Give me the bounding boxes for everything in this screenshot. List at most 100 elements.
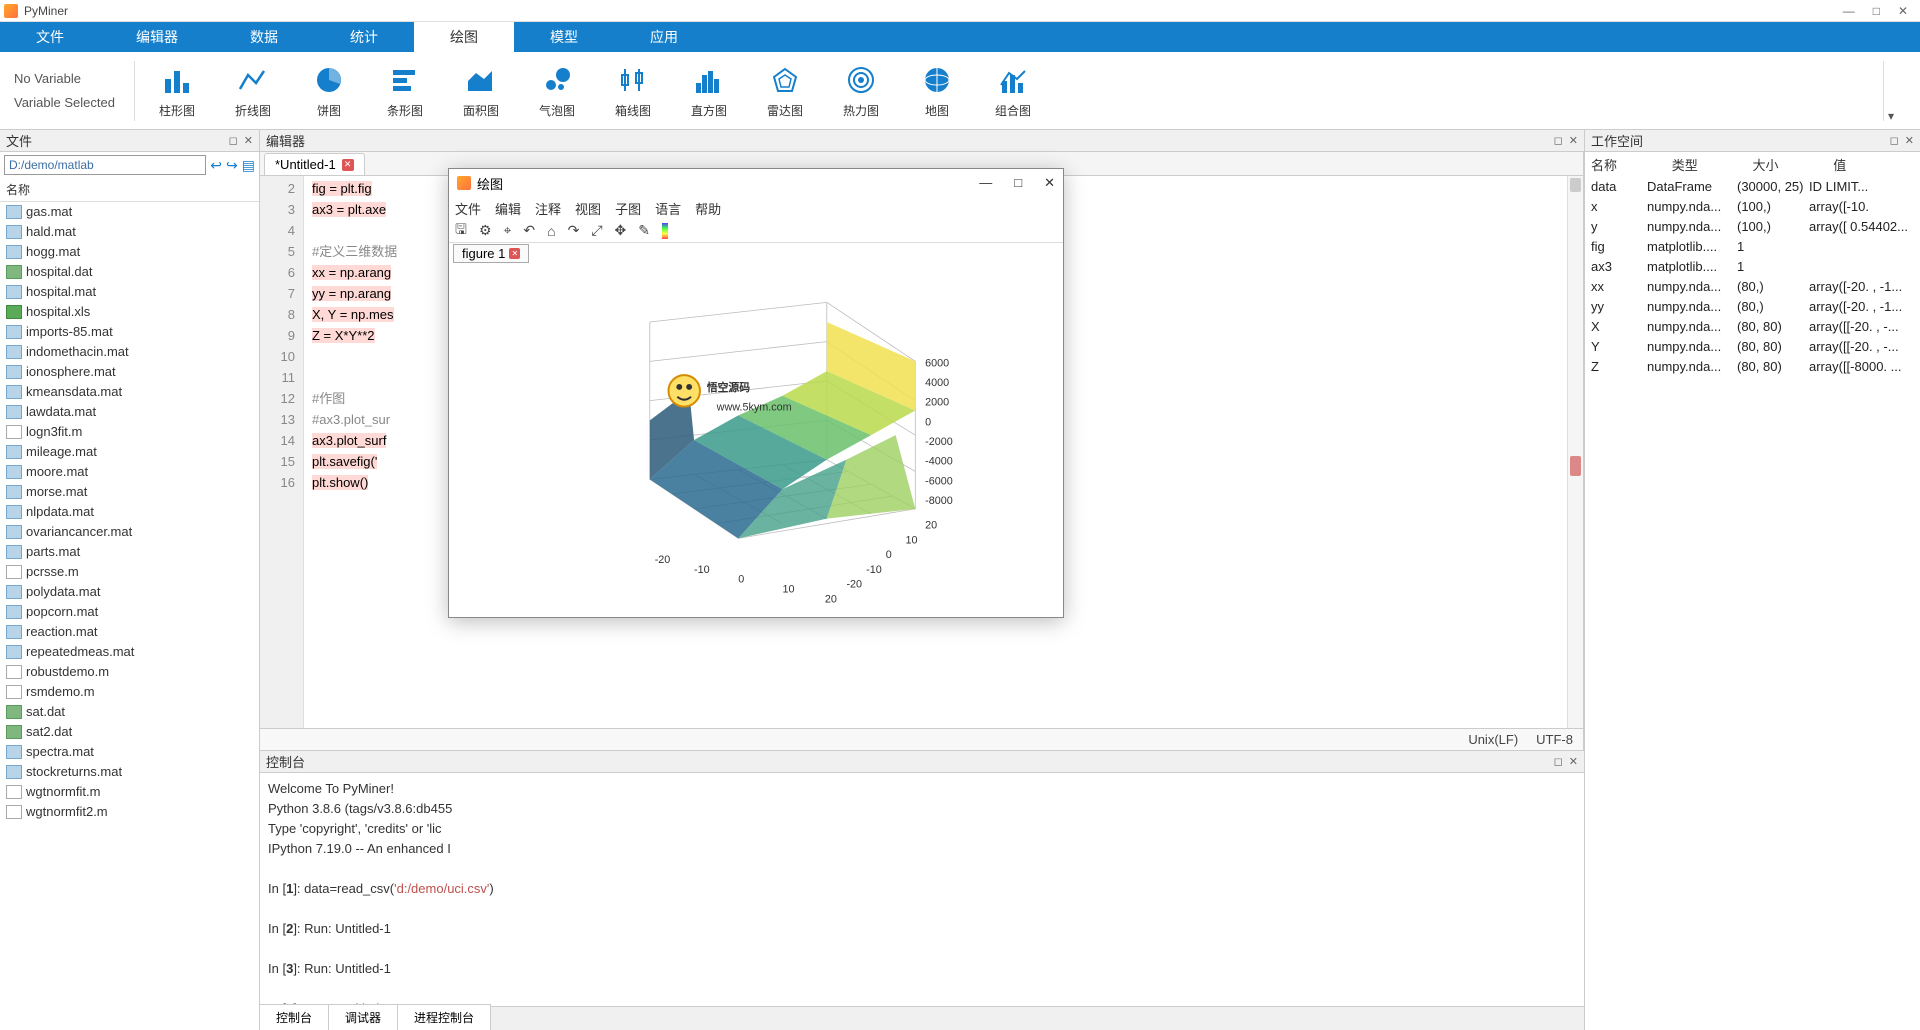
panel-undock-icon[interactable]: ◻ xyxy=(229,134,238,147)
zoom-icon[interactable]: ⤢ xyxy=(591,222,602,239)
plot-menu-item[interactable]: 文件 xyxy=(455,199,481,218)
workspace-row[interactable]: Xnumpy.nda...(80, 80)array([[-20. , -... xyxy=(1585,317,1920,337)
plot-maximize-button[interactable]: □ xyxy=(1014,175,1022,191)
path-back-icon[interactable]: ↩ xyxy=(210,157,222,174)
ws-col-name[interactable]: 名称 xyxy=(1591,155,1672,174)
file-item[interactable]: mileage.mat xyxy=(0,442,259,462)
plot-window[interactable]: 绘图 — □ ✕ 文件编辑注释视图子图语言帮助 🖫 ⚙ ⌖ ↶ ⌂ ↷ ⤢ ✥ … xyxy=(448,168,1064,618)
file-item[interactable]: sat.dat xyxy=(0,702,259,722)
menu-统计[interactable]: 统计 xyxy=(314,22,414,52)
plot-close-button[interactable]: ✕ xyxy=(1044,175,1055,191)
minimize-button[interactable]: — xyxy=(1843,4,1855,18)
forward-icon[interactable]: ↷ xyxy=(568,222,580,239)
file-item[interactable]: parts.mat xyxy=(0,542,259,562)
file-item[interactable]: ionosphere.mat xyxy=(0,362,259,382)
file-item[interactable]: rsmdemo.m xyxy=(0,682,259,702)
editor-tab[interactable]: *Untitled-1 ✕ xyxy=(264,153,365,175)
panel-undock-icon[interactable]: ◻ xyxy=(1554,134,1563,147)
file-item[interactable]: hald.mat xyxy=(0,222,259,242)
tool-box[interactable]: 箱线图 xyxy=(595,62,671,119)
ribbon-dropdown-icon[interactable]: ▾ xyxy=(1888,109,1912,129)
file-item[interactable]: reaction.mat xyxy=(0,622,259,642)
file-list[interactable]: gas.mathald.mathogg.mathospital.dathospi… xyxy=(0,202,259,1030)
file-item[interactable]: wgtnormfit.m xyxy=(0,782,259,802)
tool-hist[interactable]: 直方图 xyxy=(671,62,747,119)
path-input[interactable] xyxy=(4,155,206,175)
plot-menu-item[interactable]: 子图 xyxy=(615,199,641,218)
console-tab[interactable]: 调试器 xyxy=(329,1004,398,1030)
console-output[interactable]: Welcome To PyMiner!Python 3.8.6 (tags/v3… xyxy=(260,773,1584,1006)
ws-col-size[interactable]: 大小 xyxy=(1753,155,1834,174)
tool-hbar[interactable]: 条形图 xyxy=(367,62,443,119)
tool-combo[interactable]: 组合图 xyxy=(975,62,1051,119)
editor-scrollbar[interactable] xyxy=(1567,176,1583,728)
maximize-button[interactable]: □ xyxy=(1873,4,1880,18)
workspace-row[interactable]: dataDataFrame(30000, 25) ID LIMIT... xyxy=(1585,177,1920,197)
plot-menu-item[interactable]: 编辑 xyxy=(495,199,521,218)
menu-数据[interactable]: 数据 xyxy=(214,22,314,52)
file-item[interactable]: pcrsse.m xyxy=(0,562,259,582)
tool-radar[interactable]: 雷达图 xyxy=(747,62,823,119)
file-item[interactable]: logn3fit.m xyxy=(0,422,259,442)
menu-模型[interactable]: 模型 xyxy=(514,22,614,52)
file-item[interactable]: moore.mat xyxy=(0,462,259,482)
pan-icon[interactable]: ✥ xyxy=(615,222,627,239)
tool-line[interactable]: 折线图 xyxy=(215,62,291,119)
figure-tab[interactable]: figure 1 ✕ xyxy=(453,244,529,263)
file-item[interactable]: gas.mat xyxy=(0,202,259,222)
file-item[interactable]: lawdata.mat xyxy=(0,402,259,422)
tool-area[interactable]: 面积图 xyxy=(443,62,519,119)
ws-col-value[interactable]: 值 xyxy=(1833,155,1914,174)
file-item[interactable]: hospital.xls xyxy=(0,302,259,322)
file-item[interactable]: morse.mat xyxy=(0,482,259,502)
file-item[interactable]: ovariancancer.mat xyxy=(0,522,259,542)
tool-pie[interactable]: 饼图 xyxy=(291,62,367,119)
workspace-row[interactable]: figmatplotlib....1 xyxy=(1585,237,1920,257)
path-forward-icon[interactable]: ↪ xyxy=(226,157,238,174)
file-item[interactable]: nlpdata.mat xyxy=(0,502,259,522)
workspace-row[interactable]: Znumpy.nda...(80, 80)array([[-8000. ... xyxy=(1585,357,1920,377)
plot-titlebar[interactable]: 绘图 — □ ✕ xyxy=(449,169,1063,197)
colorbar-icon[interactable] xyxy=(662,223,668,239)
files-column-header[interactable]: 名称 xyxy=(0,178,259,202)
panel-close-icon[interactable]: ✕ xyxy=(1569,755,1578,768)
file-item[interactable]: imports-85.mat xyxy=(0,322,259,342)
file-item[interactable]: polydata.mat xyxy=(0,582,259,602)
workspace-row[interactable]: xnumpy.nda...(100,)array([-10. xyxy=(1585,197,1920,217)
plot-menu-item[interactable]: 注释 xyxy=(535,199,561,218)
workspace-row[interactable]: ax3matplotlib....1 xyxy=(1585,257,1920,277)
console-tab[interactable]: 进程控制台 xyxy=(398,1004,491,1030)
workspace-row[interactable]: xxnumpy.nda...(80,)array([-20. , -1... xyxy=(1585,277,1920,297)
file-item[interactable]: hogg.mat xyxy=(0,242,259,262)
file-item[interactable]: wgtnormfit2.m xyxy=(0,802,259,822)
edit-icon[interactable]: ✎ xyxy=(638,222,650,239)
tool-heat[interactable]: 热力图 xyxy=(823,62,899,119)
tool-bubble[interactable]: 气泡图 xyxy=(519,62,595,119)
plot-minimize-button[interactable]: — xyxy=(979,175,992,191)
file-item[interactable]: sat2.dat xyxy=(0,722,259,742)
menu-应用[interactable]: 应用 xyxy=(614,22,714,52)
cursor-icon[interactable]: ⌖ xyxy=(504,222,512,239)
tool-bar[interactable]: 柱形图 xyxy=(139,62,215,119)
close-button[interactable]: ✕ xyxy=(1898,4,1908,18)
figure-tab-close-icon[interactable]: ✕ xyxy=(509,248,520,259)
file-item[interactable]: robustdemo.m xyxy=(0,662,259,682)
menu-编辑器[interactable]: 编辑器 xyxy=(100,22,214,52)
file-item[interactable]: repeatedmeas.mat xyxy=(0,642,259,662)
panel-undock-icon[interactable]: ◻ xyxy=(1554,755,1563,768)
file-item[interactable]: hospital.mat xyxy=(0,282,259,302)
file-item[interactable]: hospital.dat xyxy=(0,262,259,282)
home-icon[interactable]: ⌂ xyxy=(547,223,555,239)
tool-map[interactable]: 地图 xyxy=(899,62,975,119)
console-tab[interactable]: 控制台 xyxy=(260,1004,329,1030)
panel-close-icon[interactable]: ✕ xyxy=(244,134,253,147)
file-item[interactable]: spectra.mat xyxy=(0,742,259,762)
plot-menu-item[interactable]: 语言 xyxy=(655,199,681,218)
file-item[interactable]: indomethacin.mat xyxy=(0,342,259,362)
file-item[interactable]: stockreturns.mat xyxy=(0,762,259,782)
workspace-row[interactable]: Ynumpy.nda...(80, 80)array([[-20. , -... xyxy=(1585,337,1920,357)
save-icon[interactable]: 🖫 xyxy=(455,219,467,243)
back-icon[interactable]: ↶ xyxy=(523,222,535,239)
settings-icon[interactable]: ⚙ xyxy=(479,222,492,239)
workspace-row[interactable]: yynumpy.nda...(80,)array([-20. , -1... xyxy=(1585,297,1920,317)
